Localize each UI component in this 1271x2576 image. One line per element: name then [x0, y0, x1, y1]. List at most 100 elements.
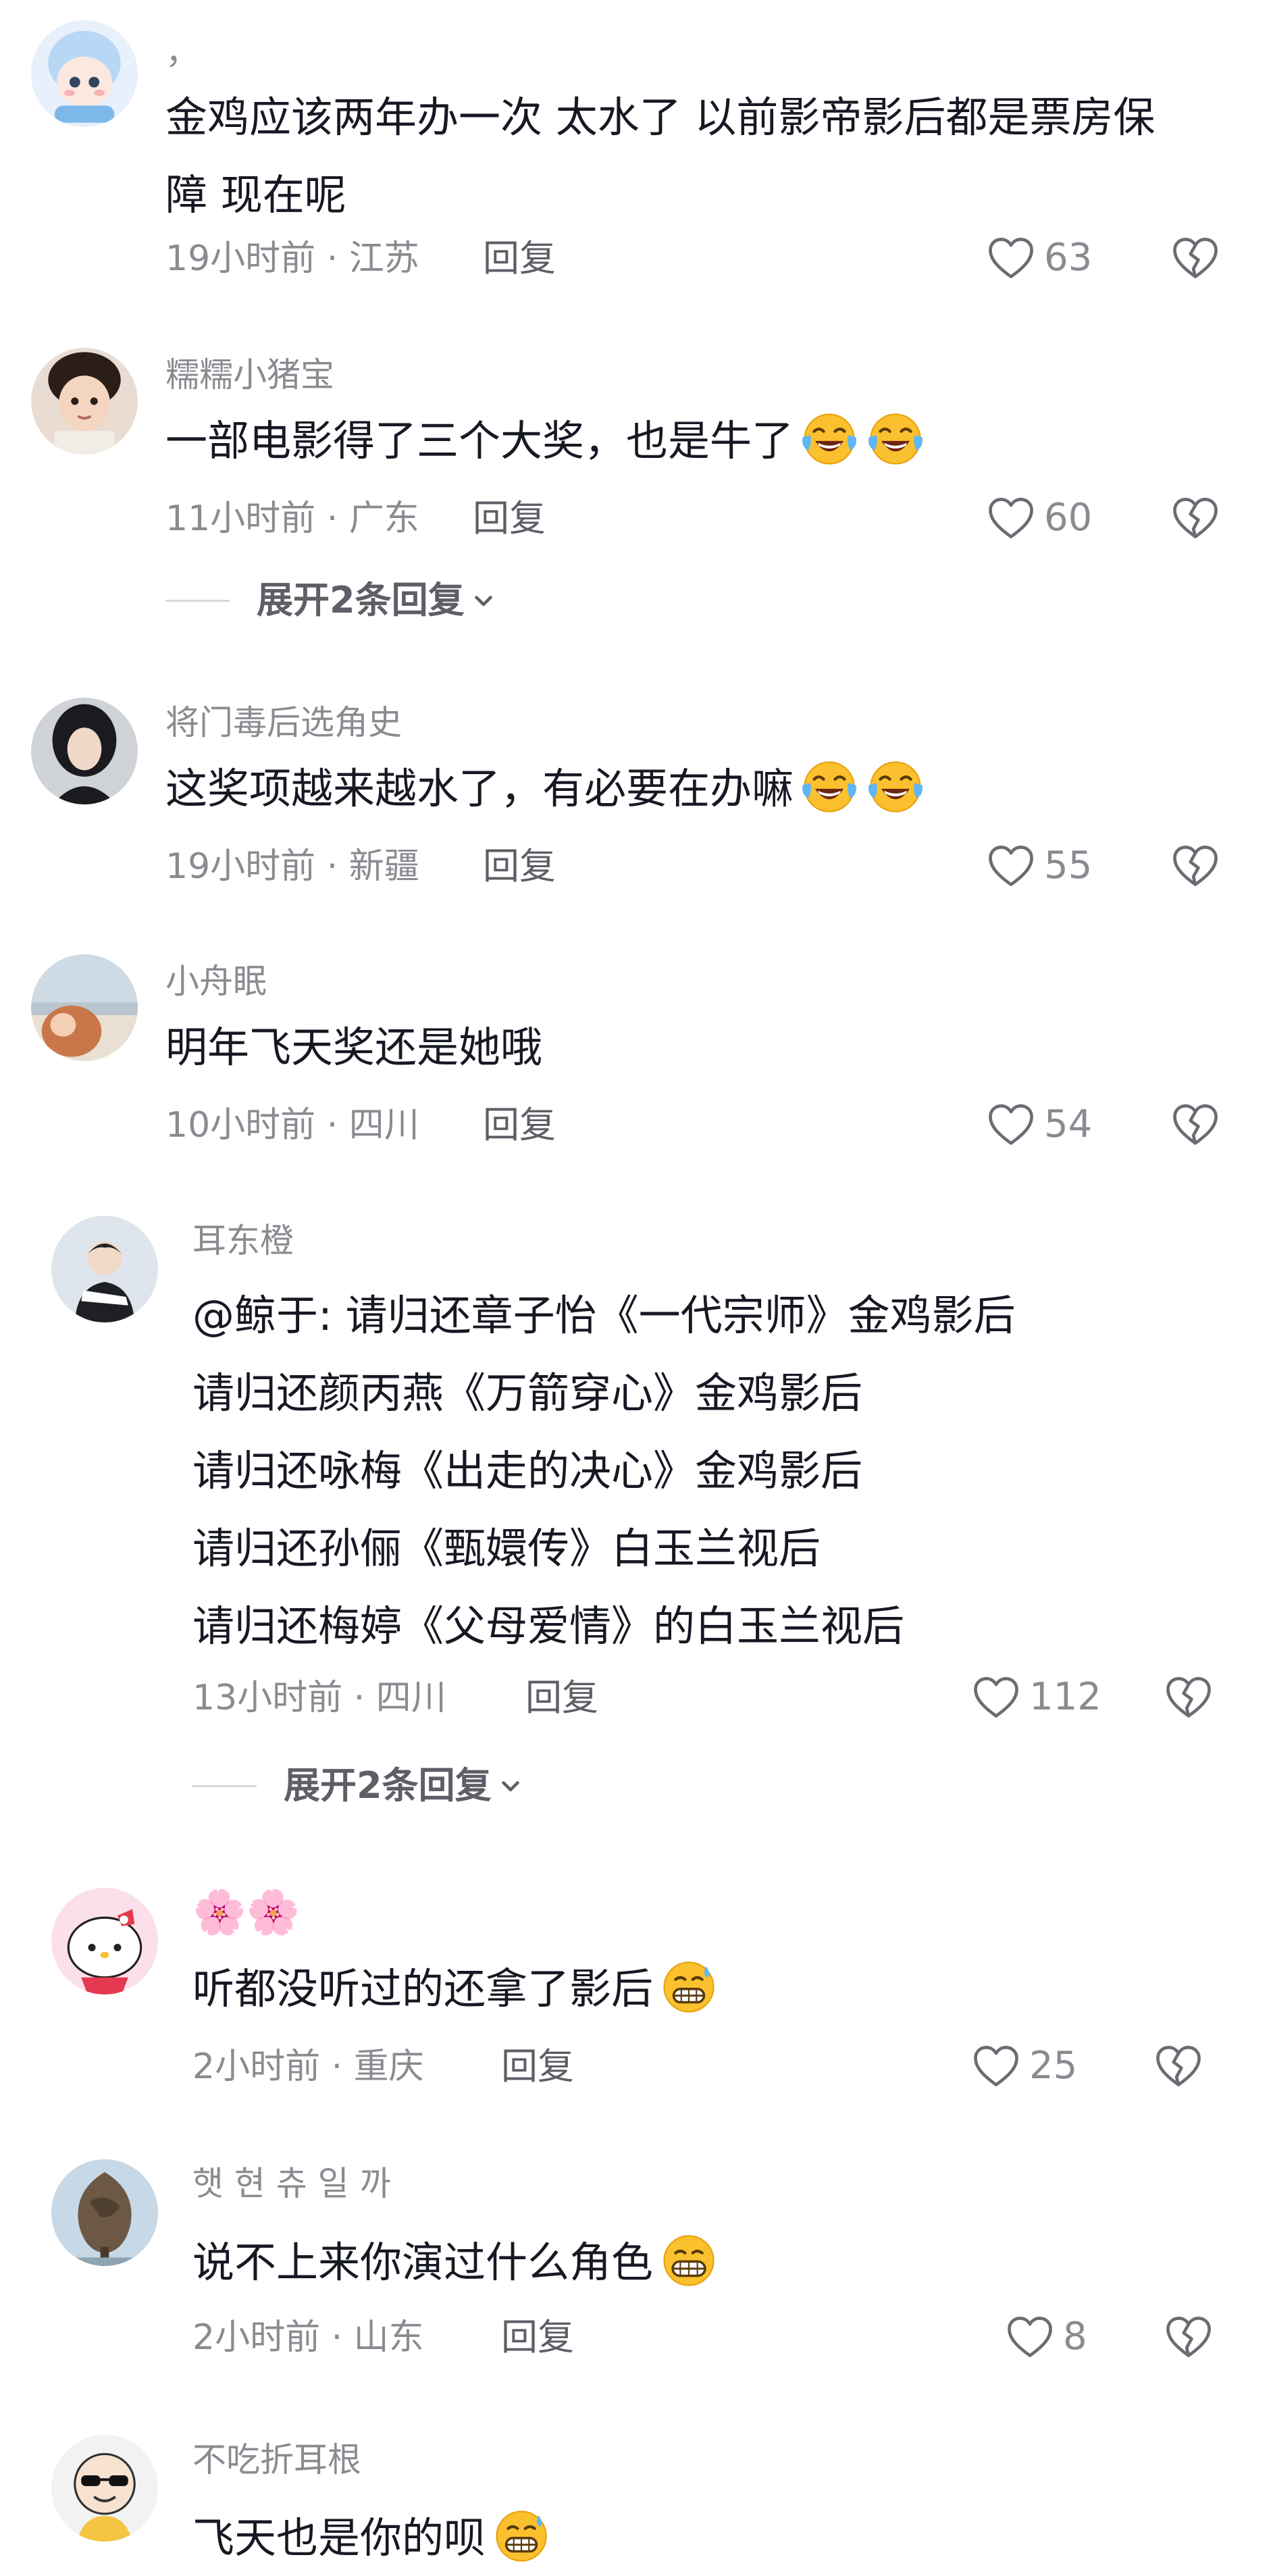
dislike-button[interactable] [1165, 1676, 1212, 1719]
comment-time-location: 2小时前 · 山东 [192, 2317, 424, 2358]
broken-heart-icon [1165, 1676, 1212, 1719]
like-button[interactable]: 63 [987, 236, 1092, 280]
comment-time-location: 2小时前 · 重庆 [192, 2046, 424, 2087]
heart-icon [987, 1103, 1035, 1146]
comment-text-line: 障 现在呢 [165, 170, 346, 220]
comment-text-content: 说不上来你演过什么角色 [192, 2238, 654, 2287]
expand-replies-button[interactable]: 展开2条回复 [192, 1768, 523, 1804]
comment-text-line: 明年飞天奖还是她哦 [165, 1023, 543, 1072]
comment-time-location: 19小时前 · 江苏 [165, 238, 419, 279]
chevron-down-icon [471, 588, 496, 613]
username[interactable]: 햇 현 츄 일 까 [192, 2167, 391, 2200]
comment-text-content: 飞天也是你的呗 [192, 2513, 486, 2562]
like-count: 60 [1044, 496, 1093, 540]
broken-heart-icon [1172, 496, 1219, 540]
chevron-down-icon [498, 1774, 523, 1798]
dislike-button[interactable] [1165, 2315, 1212, 2359]
like-button[interactable]: 112 [972, 1676, 1101, 1719]
like-button[interactable]: 60 [987, 496, 1092, 540]
avatar[interactable] [31, 954, 138, 1061]
comment-text: 明年飞天奖还是她哦 [165, 1008, 542, 1086]
dislike-button[interactable] [1172, 496, 1219, 540]
like-count: 25 [1029, 2044, 1078, 2088]
reply-button[interactable]: 回复 [525, 1680, 598, 1716]
like-button[interactable]: 55 [987, 844, 1092, 887]
avatar[interactable] [51, 2435, 158, 2542]
reply-button[interactable]: 回复 [501, 2049, 574, 2085]
grin-icon [658, 2230, 719, 2291]
heart-icon [987, 236, 1035, 280]
comment-text-line: 金鸡应该两年办一次 太水了 以前影帝影后都是票房保 [165, 93, 1156, 142]
expand-replies-label: 展开2条回复 [257, 579, 465, 621]
username[interactable]: 小舟眠 [165, 964, 267, 998]
comment-text: 听都没听过的还拿了影后 [192, 1950, 719, 2028]
comment-time-location: 13小时前 · 四川 [192, 1678, 446, 1718]
comment-text: 一部电影得了三个大奖，也是牛了 [165, 402, 926, 480]
comment-time-location: 11小时前 · 广东 [165, 498, 419, 539]
comment-text-line: 请归还颜丙燕《万箭穿心》金鸡影后 [192, 1368, 863, 1418]
comment-time-location: 10小时前 · 四川 [165, 1105, 419, 1145]
username[interactable]: 🌸🌸 [192, 1891, 300, 1934]
divider [192, 1784, 257, 1787]
laugh-cry-icon [799, 756, 860, 817]
laugh-cry-icon [865, 756, 926, 817]
comment-text-content: 一部电影得了三个大奖，也是牛了 [165, 416, 794, 465]
reply-button[interactable]: 回复 [501, 2319, 574, 2356]
reply-button[interactable]: 回复 [473, 500, 546, 537]
broken-heart-icon [1172, 236, 1219, 280]
like-button[interactable]: 8 [1006, 2315, 1087, 2359]
heart-icon [972, 2044, 1020, 2088]
like-button[interactable]: 54 [987, 1103, 1092, 1146]
expand-replies-label: 展开2条回复 [284, 1764, 492, 1807]
comment-text: 金鸡应该两年办一次 太水了 以前影帝影后都是票房保 障 现在呢 [165, 78, 1155, 234]
broken-heart-icon [1165, 2315, 1212, 2359]
comment-text-line: 请归还梅婷《父母爱情》的白玉兰视后 [192, 1601, 905, 1651]
comment-text: 这奖项越来越水了，有必要在办嘛 [165, 750, 926, 827]
avatar[interactable] [31, 20, 138, 127]
avatar[interactable] [31, 698, 138, 804]
comment-text-line: 听都没听过的还拿了影后 [192, 1950, 719, 2028]
comment-text-content: 听都没听过的还拿了影后 [192, 1964, 654, 2013]
comment-text-content: 这奖项越来越水了，有必要在办嘛 [165, 764, 794, 813]
like-count: 8 [1063, 2315, 1087, 2359]
comment-text-line: 请归还孙俪《甄嬛传》白玉兰视后 [192, 1524, 821, 1573]
like-count: 55 [1044, 844, 1093, 887]
heart-icon [1006, 2315, 1054, 2359]
broken-heart-icon [1172, 1103, 1219, 1146]
dislike-button[interactable] [1172, 236, 1219, 280]
reply-button[interactable]: 回复 [483, 848, 556, 885]
broken-heart-icon [1155, 2044, 1202, 2088]
like-count: 54 [1044, 1102, 1093, 1146]
comment-text-line: 这奖项越来越水了，有必要在办嘛 [165, 750, 926, 827]
comment-text: 飞天也是你的呗 [192, 2499, 552, 2576]
comment-text-line: 飞天也是你的呗 [192, 2499, 552, 2576]
dislike-button[interactable] [1172, 1103, 1219, 1146]
avatar[interactable] [51, 1888, 158, 1994]
heart-icon [987, 496, 1035, 540]
username[interactable]: ， [165, 35, 199, 69]
avatar[interactable] [51, 2159, 158, 2266]
comment-text-line: 说不上来你演过什么角色 [192, 2223, 719, 2301]
avatar[interactable] [51, 1216, 158, 1322]
reply-button[interactable]: 回复 [483, 1107, 556, 1143]
reply-button[interactable]: 回复 [483, 240, 556, 277]
comment-time-location: 19小时前 · 新疆 [165, 846, 419, 887]
dislike-button[interactable] [1155, 2044, 1202, 2088]
username[interactable]: 不吃折耳根 [192, 2443, 361, 2477]
grin-sweat-icon [658, 1957, 719, 2017]
comment-text: 说不上来你演过什么角色 [192, 2223, 719, 2301]
username[interactable]: 糯糯小猪宝 [165, 358, 334, 392]
dislike-button[interactable] [1172, 844, 1219, 887]
expand-replies-button[interactable]: 展开2条回复 [165, 582, 496, 619]
laugh-cry-icon [799, 409, 860, 469]
grin-sweat-icon [491, 2506, 552, 2567]
like-count: 112 [1029, 1675, 1101, 1719]
username[interactable]: 将门毒后选角史 [165, 706, 402, 740]
divider [165, 599, 230, 602]
heart-icon [972, 1676, 1020, 1719]
avatar[interactable] [31, 348, 138, 455]
username[interactable]: 耳东橙 [192, 1224, 294, 1258]
heart-icon [987, 844, 1035, 887]
like-button[interactable]: 25 [972, 2044, 1077, 2088]
comment-text: @鲸于: 请归还章子怡《一代宗师》金鸡影后 请归还颜丙燕《万箭穿心》金鸡影后 请… [192, 1277, 1016, 1665]
